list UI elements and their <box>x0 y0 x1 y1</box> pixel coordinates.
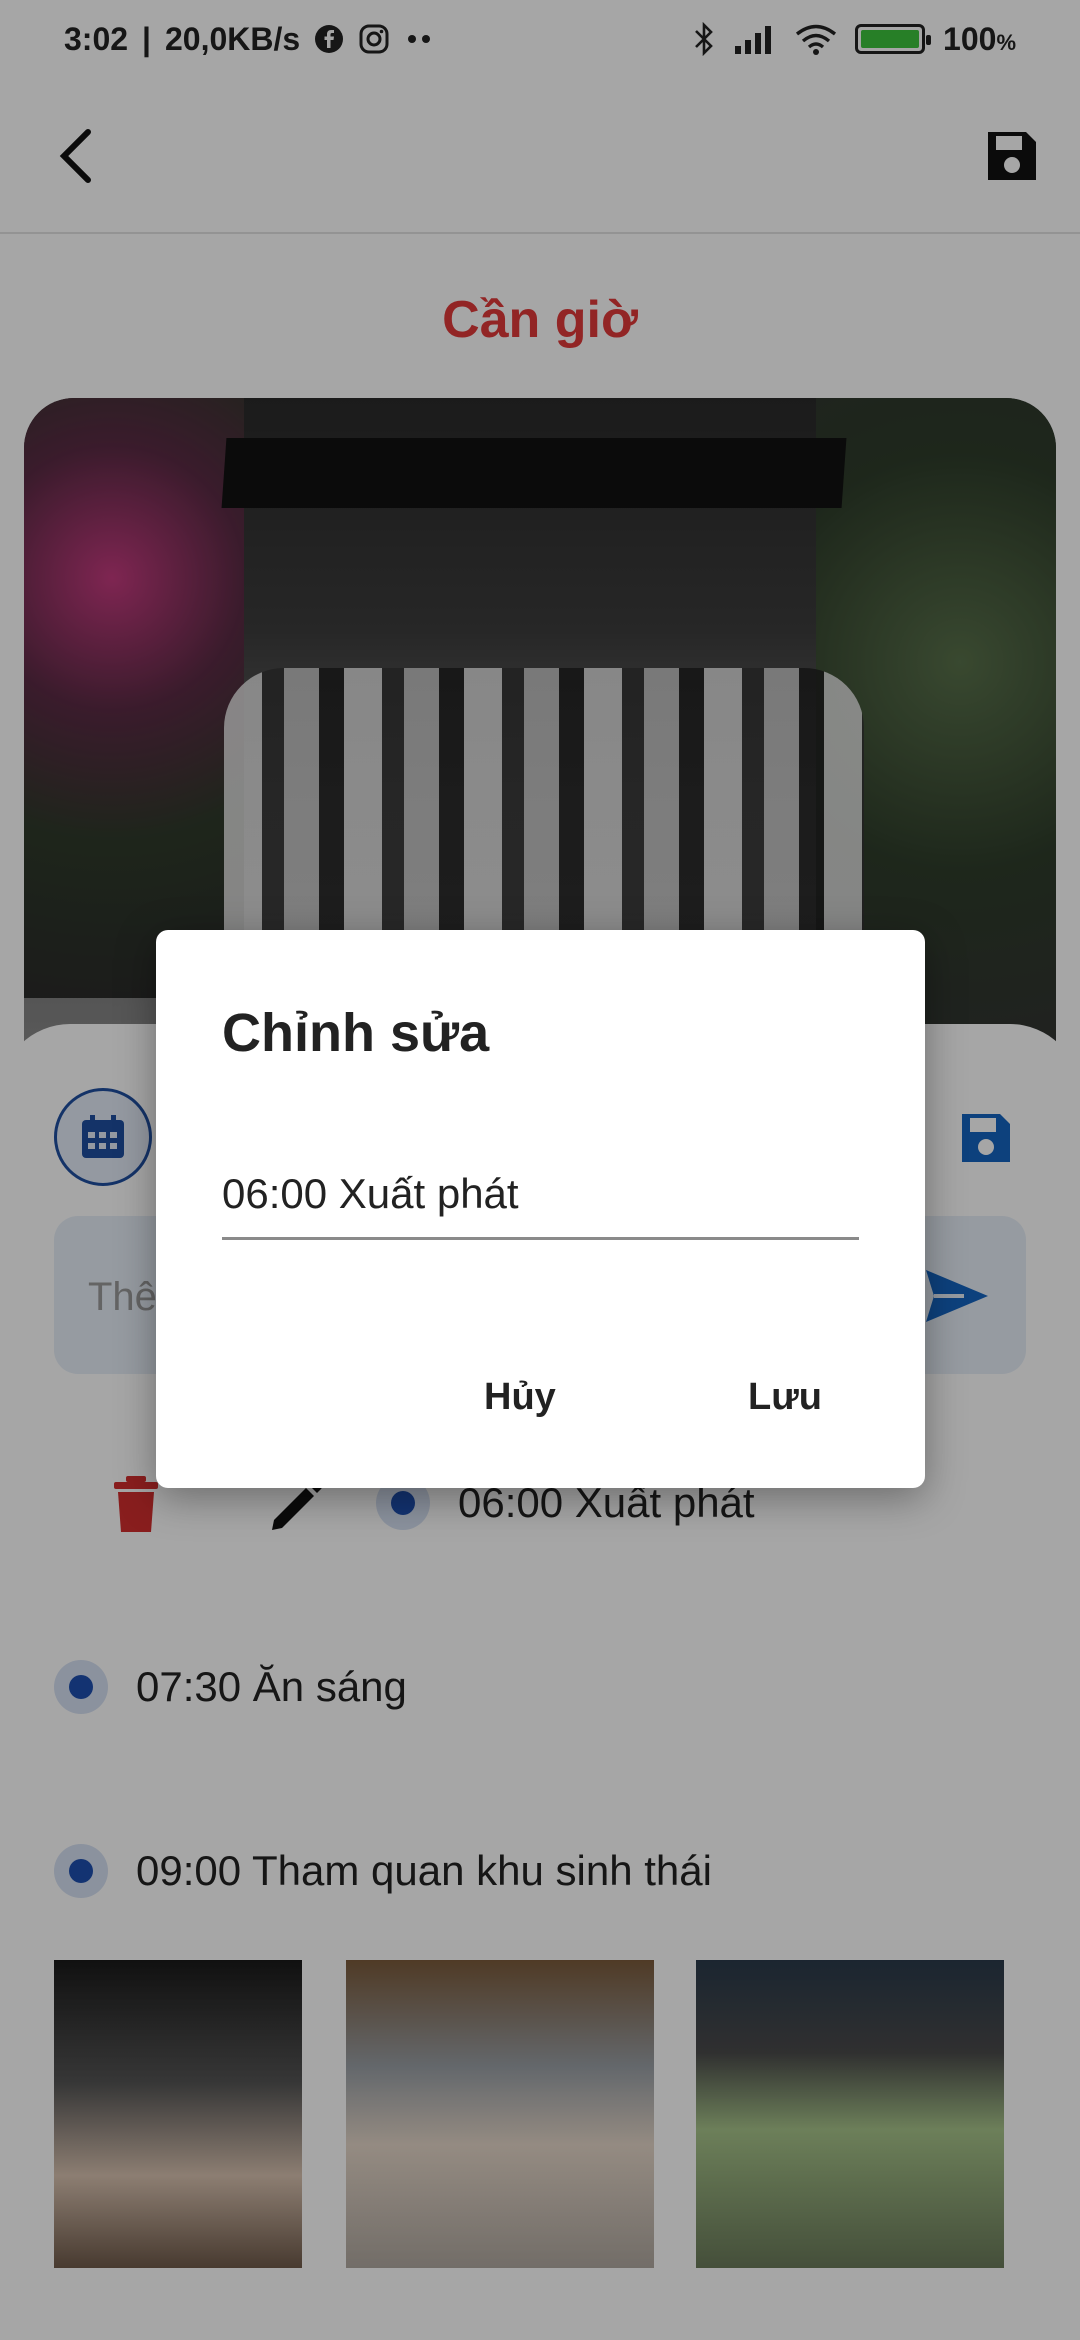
dialog-title: Chỉnh sửa <box>222 1003 490 1063</box>
save-button[interactable]: Lưu <box>738 1370 832 1425</box>
dialog-text-field[interactable] <box>222 1150 859 1240</box>
cancel-button[interactable]: Hủy <box>474 1370 566 1425</box>
edit-dialog: Chỉnh sửa Hủy Lưu <box>156 930 925 1488</box>
